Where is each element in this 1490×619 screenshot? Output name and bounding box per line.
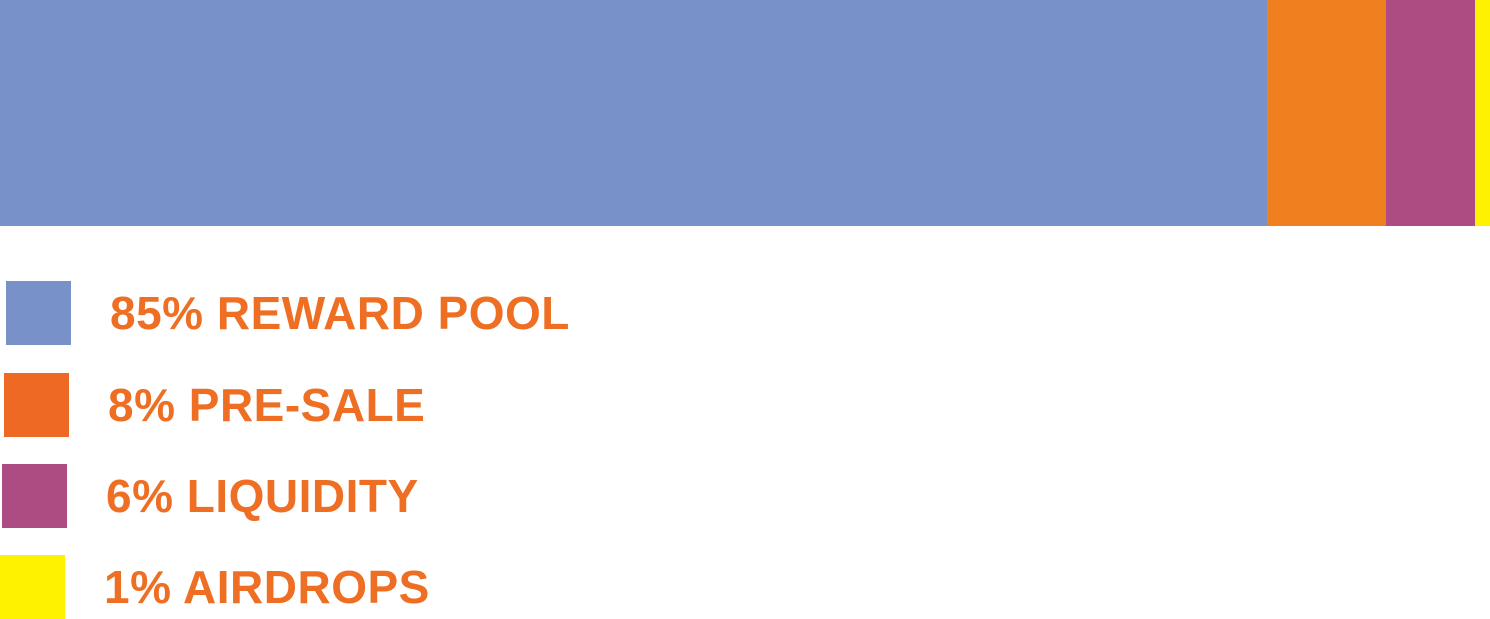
legend-item-airdrops: 1% AIRDROPS bbox=[0, 555, 429, 619]
legend-item-liquidity: 6% LIQUIDITY bbox=[2, 464, 418, 528]
legend-swatch-airdrops bbox=[0, 555, 65, 619]
legend-label-airdrops: 1% AIRDROPS bbox=[104, 561, 430, 613]
legend-swatch-liquidity bbox=[2, 464, 67, 528]
legend-item-pre-sale: 8% PRE-SALE bbox=[4, 373, 425, 437]
legend-swatch-reward-pool bbox=[6, 281, 71, 345]
legend-item-reward-pool: 85% REWARD POOL bbox=[6, 281, 569, 345]
legend-label-reward-pool: 85% REWARD POOL bbox=[110, 287, 570, 339]
legend: 85% REWARD POOL 8% PRE-SALE 6% LIQUIDITY… bbox=[0, 0, 1490, 619]
legend-label-liquidity: 6% LIQUIDITY bbox=[106, 470, 419, 522]
legend-swatch-pre-sale bbox=[4, 373, 69, 437]
legend-label-pre-sale: 8% PRE-SALE bbox=[108, 379, 426, 431]
